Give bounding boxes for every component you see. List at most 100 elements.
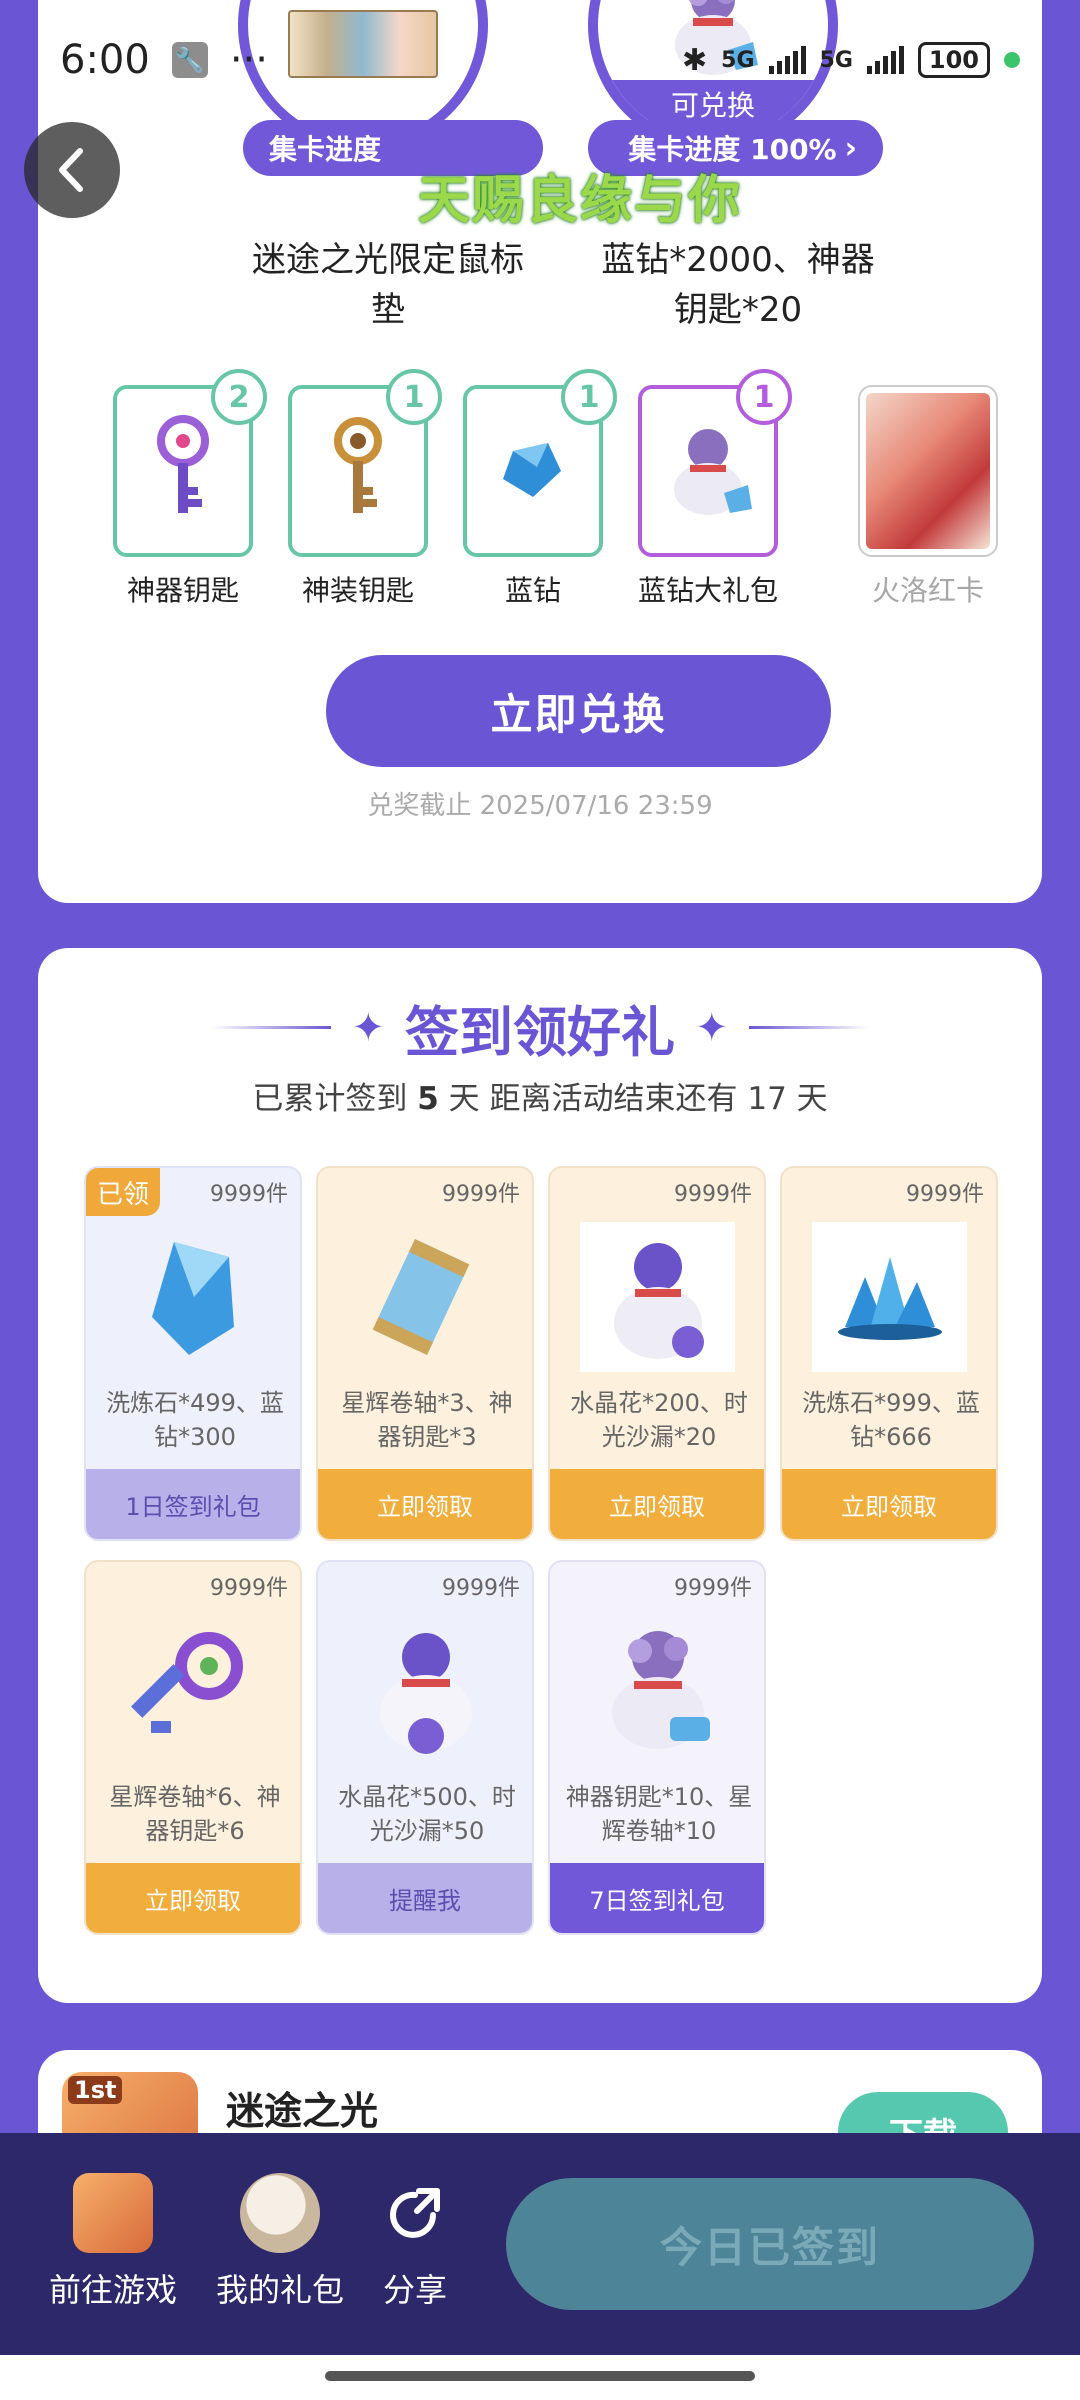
signal-icon <box>768 46 806 74</box>
item-box: 1 <box>463 369 617 557</box>
gift-action-button[interactable]: 7日签到礼包 <box>550 1863 764 1933</box>
title-divider-left <box>211 1026 332 1029</box>
home-indicator-pill[interactable] <box>325 2371 755 2381</box>
gift-day-5[interactable]: 9999件 星辉卷轴*6、神器钥匙*6 立即领取 <box>84 1560 302 1935</box>
gift-stock: 9999件 <box>442 1576 520 1601</box>
sparkle-icon: ✦ <box>351 1004 385 1051</box>
overlay-title: 天赐良缘与你 <box>418 171 743 231</box>
claimed-tag: 已领 <box>86 1168 160 1216</box>
item-count: 1 <box>386 369 442 425</box>
reward-name-2: 蓝钻*2000、神器钥匙*20 <box>601 240 875 330</box>
gift-day-4[interactable]: 9999件 洗炼石*999、蓝钻*666 立即领取 <box>780 1166 998 1541</box>
game-name: 迷途之光 <box>226 2089 379 2133</box>
status-bar: 6:00 🔧 ··· ✱ 5G 5G 100 <box>0 0 1080 120</box>
home-indicator <box>0 2355 1080 2400</box>
gift-desc: 洗炼石*499、蓝钻*300 <box>106 1389 284 1451</box>
item-red-card[interactable]: 火洛红卡 <box>858 385 998 609</box>
checkin-subtitle: 已累计签到 5 天 距离活动结束还有 17 天 <box>38 1073 1042 1118</box>
share-icon <box>375 2173 455 2253</box>
my-gifts-button[interactable]: 我的礼包 <box>205 2173 355 2311</box>
item-label: 神装钥匙 <box>301 574 414 607</box>
gift-stock: 9999件 <box>674 1182 752 1207</box>
gift-stock: 9999件 <box>210 1576 288 1601</box>
privacy-dot <box>1004 52 1020 68</box>
wash-stone-icon <box>116 1222 271 1372</box>
gift-desc: 神器钥匙*10、星辉卷轴*10 <box>565 1783 753 1845</box>
chevron-right-icon: › <box>844 130 857 166</box>
back-button[interactable] <box>24 122 120 218</box>
item-blue-diamond[interactable]: 1 蓝钻 <box>463 369 617 609</box>
gift-desc: 洗炼石*999、蓝钻*666 <box>802 1389 980 1451</box>
share-button[interactable]: 分享 <box>345 2173 485 2311</box>
gift-action-button[interactable]: 立即领取 <box>318 1469 532 1539</box>
item-label: 蓝钻 <box>504 574 561 607</box>
battery-icon: 100 <box>917 42 990 78</box>
item-count: 2 <box>211 369 267 425</box>
days-signed: 5 <box>417 1081 439 1117</box>
gift-stock: 9999件 <box>674 1576 752 1601</box>
checkin-sub-rest: 天 距离活动结束还有 17 天 <box>448 1081 828 1117</box>
item-label: 蓝钻大礼包 <box>638 574 779 607</box>
gift-action-button[interactable]: 立即领取 <box>782 1469 996 1539</box>
gift-stock: 9999件 <box>442 1182 520 1207</box>
item-box <box>858 385 998 557</box>
item-box: 1 <box>288 369 442 557</box>
sparkle-icon: ✦ <box>695 1004 729 1051</box>
crystal-flower-bag-icon <box>348 1616 503 1766</box>
gift-stock: 9999件 <box>906 1182 984 1207</box>
card-checkin: ✦ 签到领好礼 ✦ 已累计签到 5 天 距离活动结束还有 17 天 已领 999… <box>38 948 1042 2003</box>
signed-today-button[interactable]: 今日已签到 <box>506 2178 1034 2310</box>
redeem-deadline: 兑奖截止 2025/07/16 23:59 <box>367 791 713 821</box>
crystal-flower-bag-icon <box>580 1222 735 1372</box>
checkin-title-text: 签到领好礼 <box>405 1001 675 1064</box>
title-divider-right <box>748 1026 869 1029</box>
checkin-sub-prefix: 已累计签到 <box>252 1081 408 1117</box>
blue-diamond-icon <box>503 443 561 497</box>
item-box: 2 <box>113 369 267 557</box>
purple-key-icon <box>116 1616 271 1766</box>
bluetooth-icon: ✱ <box>682 42 708 78</box>
gift-avatar-icon <box>240 2173 320 2253</box>
reward-name-1: 迷途之光限定鼠标垫 <box>252 240 524 330</box>
item-box: 1 <box>638 369 792 557</box>
gift-desc: 水晶花*200、时光沙漏*20 <box>570 1389 748 1451</box>
gift-desc: 星辉卷轴*3、神器钥匙*3 <box>341 1389 513 1451</box>
artifact-key-icon <box>157 415 209 513</box>
item-label: 神器钥匙 <box>126 574 239 607</box>
gift-day-3[interactable]: 9999件 水晶花*200、时光沙漏*20 立即领取 <box>548 1166 766 1541</box>
gift-day-6[interactable]: 9999件 水晶花*500、时光沙漏*50 提醒我 <box>316 1560 534 1935</box>
gift-day-7[interactable]: 9999件 神器钥匙*10、星辉卷轴*10 7日签到礼包 <box>548 1560 766 1935</box>
gift-day-1[interactable]: 已领 9999件 洗炼石*499、蓝钻*300 1日签到礼包 <box>84 1166 302 1541</box>
wrench-icon: 🔧 <box>171 42 208 78</box>
more-dots: ··· <box>229 37 268 83</box>
game-avatar-icon <box>73 2173 153 2253</box>
scroll-icon <box>348 1222 503 1372</box>
gift-desc: 星辉卷轴*6、神器钥匙*6 <box>109 1783 281 1845</box>
network-label-2: 5G <box>819 47 853 73</box>
item-artifact-key[interactable]: 2 神器钥匙 <box>113 369 267 609</box>
item-armor-key[interactable]: 1 神装钥匙 <box>288 369 442 609</box>
go-to-game-label: 前往游戏 <box>48 2271 177 2309</box>
bottom-action-bar: 前往游戏 我的礼包 分享 今日已签到 <box>0 2133 1080 2355</box>
crystal-cluster-icon <box>812 1222 967 1372</box>
gift-action-button[interactable]: 立即领取 <box>86 1863 300 1933</box>
item-diamond-pack[interactable]: 1 蓝钻大礼包 <box>638 369 792 609</box>
network-label-1: 5G <box>721 47 755 73</box>
redeem-now-button[interactable]: 立即兑换 <box>326 655 831 767</box>
go-to-game-button[interactable]: 前往游戏 <box>38 2173 188 2311</box>
my-gifts-label: 我的礼包 <box>215 2271 344 2309</box>
share-label: 分享 <box>382 2271 447 2309</box>
checkin-title: ✦ 签到领好礼 ✦ <box>38 988 1042 1067</box>
gift-desc: 水晶花*500、时光沙漏*50 <box>338 1783 516 1845</box>
item-count: 1 <box>736 369 792 425</box>
collected-items: 2 神器钥匙 1 神装钥匙 1 蓝钻 1 蓝钻大礼包 火洛红卡 <box>113 369 1013 615</box>
item-label: 火洛红卡 <box>871 574 984 607</box>
gift-action-button[interactable]: 1日签到礼包 <box>86 1469 300 1539</box>
game-icon-badge: 1st <box>68 2076 123 2104</box>
gift-day-2[interactable]: 9999件 星辉卷轴*3、神器钥匙*3 立即领取 <box>316 1166 534 1541</box>
grand-bag-icon <box>580 1616 735 1766</box>
signal-icon <box>866 46 904 74</box>
gift-action-button[interactable]: 立即领取 <box>550 1469 764 1539</box>
clock: 6:00 <box>60 37 150 83</box>
remind-me-button[interactable]: 提醒我 <box>318 1863 532 1933</box>
